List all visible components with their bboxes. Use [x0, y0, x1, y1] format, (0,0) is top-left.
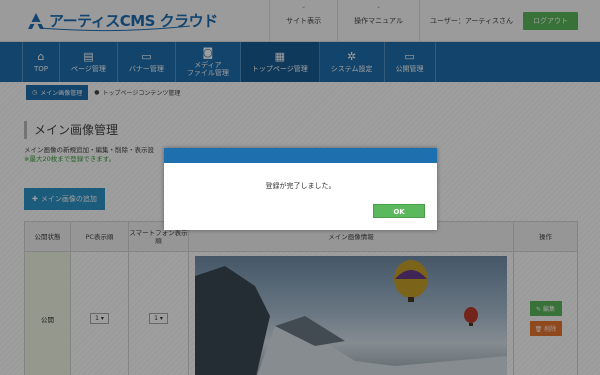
dialog-message: 登録が完了しました。: [265, 182, 336, 190]
completion-dialog: 登録が完了しました。 OK: [164, 148, 437, 230]
dialog-header: [164, 148, 437, 163]
ok-button[interactable]: OK: [373, 204, 425, 218]
